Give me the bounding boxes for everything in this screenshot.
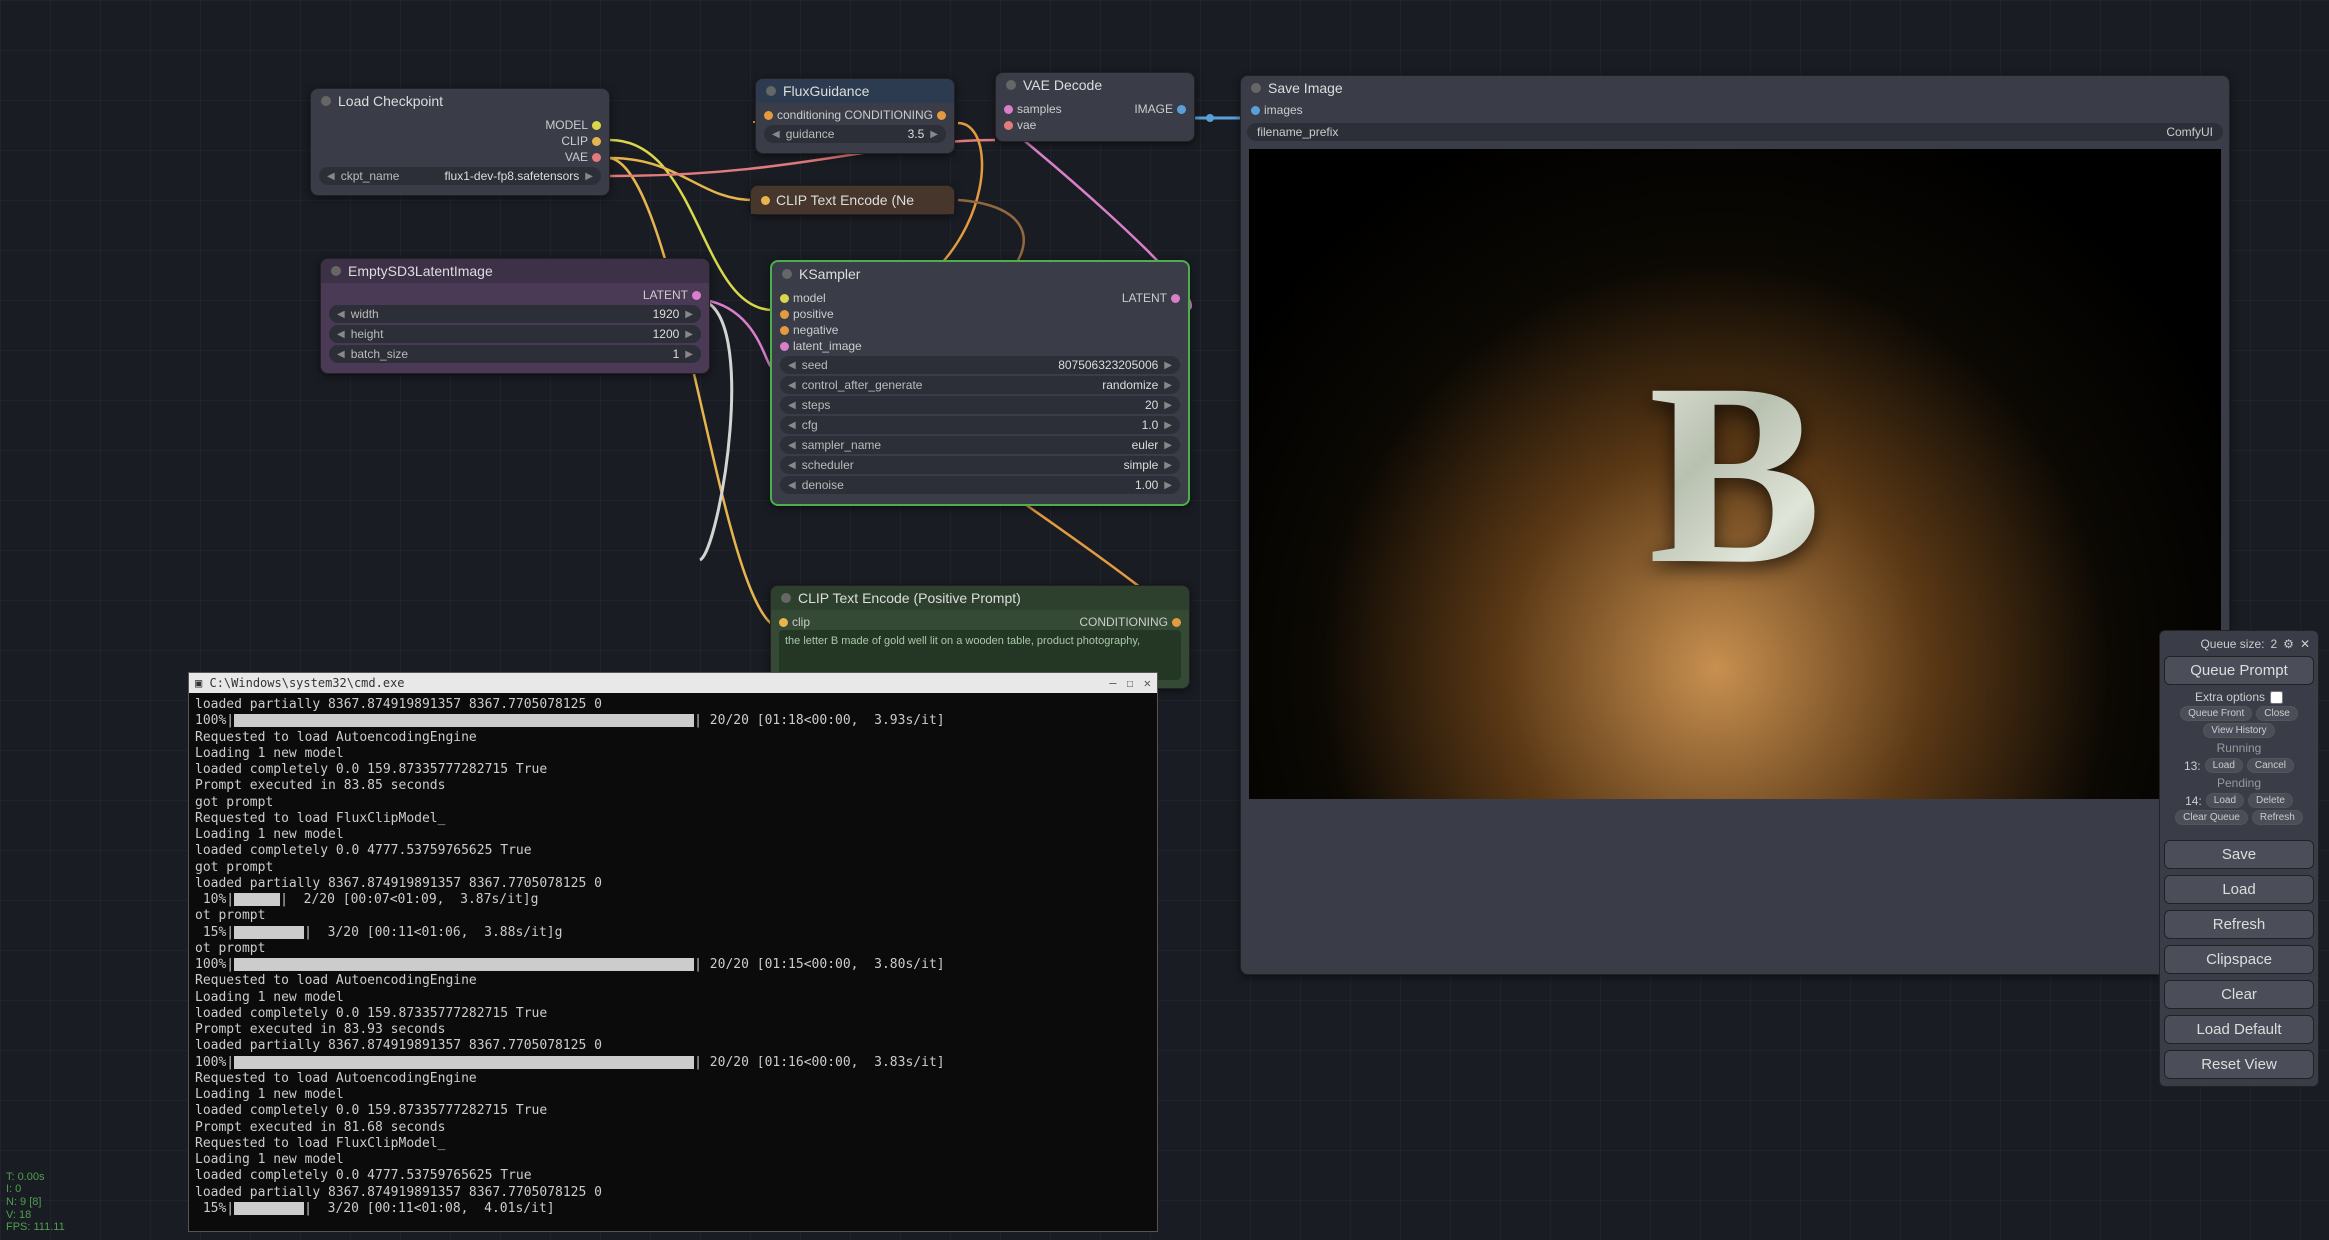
height-param[interactable]: ◀height1200▶ [329, 325, 701, 343]
node-save-image[interactable]: Save Image images filename_prefix ComfyU… [1240, 75, 2230, 975]
node-empty-latent[interactable]: EmptySD3LatentImage LATENT ◀width1920▶ ◀… [320, 258, 710, 374]
load-running-button[interactable]: Load [2205, 758, 2243, 773]
cfg-param[interactable]: ◀cfg1.0▶ [780, 416, 1180, 434]
control-panel[interactable]: Queue size: 2 ⚙ ✕ Queue Prompt Extra opt… [2159, 630, 2319, 1087]
cmd-icon: ▣ [195, 676, 202, 690]
node-title: Load Checkpoint [338, 93, 443, 109]
close-panel-icon[interactable]: ✕ [2300, 637, 2310, 651]
refresh-button[interactable]: Refresh [2164, 910, 2314, 939]
extra-options-checkbox[interactable] [2270, 691, 2283, 704]
node-vae-decode[interactable]: VAE Decode samples IMAGE vae [995, 72, 1195, 142]
refresh-queue-button[interactable]: Refresh [2252, 810, 2303, 825]
clear-queue-button[interactable]: Clear Queue [2175, 810, 2248, 825]
load-button[interactable]: Load [2164, 875, 2314, 904]
node-title: FluxGuidance [783, 83, 869, 99]
clear-button[interactable]: Clear [2164, 980, 2314, 1009]
queue-front-button[interactable]: Queue Front [2180, 706, 2252, 721]
gear-icon[interactable]: ⚙ [2283, 637, 2294, 651]
cancel-running-button[interactable]: Cancel [2247, 758, 2294, 773]
node-title: Save Image [1268, 80, 1343, 96]
canvas-stats: T: 0.00s I: 0 N: 9 [8] V: 18 FPS: 111.11 [6, 1171, 65, 1234]
view-history-button[interactable]: View History [2203, 723, 2274, 738]
delete-pending-button[interactable]: Delete [2248, 793, 2293, 808]
node-clip-neg[interactable]: CLIP Text Encode (Ne [750, 185, 955, 215]
scheduler-param[interactable]: ◀schedulersimple▶ [780, 456, 1180, 474]
terminal-output: loaded partially 8367.874919891357 8367.… [189, 693, 1157, 1229]
terminal-window[interactable]: ▣ C:\Windows\system32\cmd.exe — ☐ ✕ load… [188, 672, 1158, 1232]
node-flux-guidance[interactable]: FluxGuidance conditioning CONDITIONING ◀… [755, 78, 955, 154]
ckpt-name-param[interactable]: ◀ckpt_name flux1-dev-fp8.safetensors▶ [319, 167, 601, 185]
close-icon[interactable]: ✕ [1144, 676, 1151, 690]
close-button[interactable]: Close [2256, 706, 2298, 721]
sampler-param[interactable]: ◀sampler_nameeuler▶ [780, 436, 1180, 454]
node-title: CLIP Text Encode (Ne [776, 192, 914, 208]
node-load-checkpoint[interactable]: Load Checkpoint MODEL CLIP VAE ◀ckpt_nam… [310, 88, 610, 196]
filename-prefix-param[interactable]: filename_prefix ComfyUI [1247, 123, 2223, 141]
width-param[interactable]: ◀width1920▶ [329, 305, 701, 323]
batch-param[interactable]: ◀batch_size1▶ [329, 345, 701, 363]
load-default-button[interactable]: Load Default [2164, 1015, 2314, 1044]
minimize-icon[interactable]: — [1109, 676, 1116, 690]
clipspace-button[interactable]: Clipspace [2164, 945, 2314, 974]
cag-param[interactable]: ◀control_after_generaterandomize▶ [780, 376, 1180, 394]
node-title: VAE Decode [1023, 77, 1102, 93]
node-title: KSampler [799, 266, 860, 282]
reset-view-button[interactable]: Reset View [2164, 1050, 2314, 1079]
output-image: B [1249, 149, 2221, 799]
load-pending-button[interactable]: Load [2206, 793, 2244, 808]
node-title: CLIP Text Encode (Positive Prompt) [798, 590, 1021, 606]
node-ksampler[interactable]: KSampler modelLATENT positive negative l… [770, 260, 1190, 506]
node-title: EmptySD3LatentImage [348, 263, 493, 279]
queue-prompt-button[interactable]: Queue Prompt [2164, 656, 2314, 685]
denoise-param[interactable]: ◀denoise1.00▶ [780, 476, 1180, 494]
maximize-icon[interactable]: ☐ [1127, 676, 1134, 690]
seed-param[interactable]: ◀seed807506323205006▶ [780, 356, 1180, 374]
guidance-param[interactable]: ◀guidance 3.5▶ [764, 125, 946, 143]
steps-param[interactable]: ◀steps20▶ [780, 396, 1180, 414]
save-button[interactable]: Save [2164, 840, 2314, 869]
